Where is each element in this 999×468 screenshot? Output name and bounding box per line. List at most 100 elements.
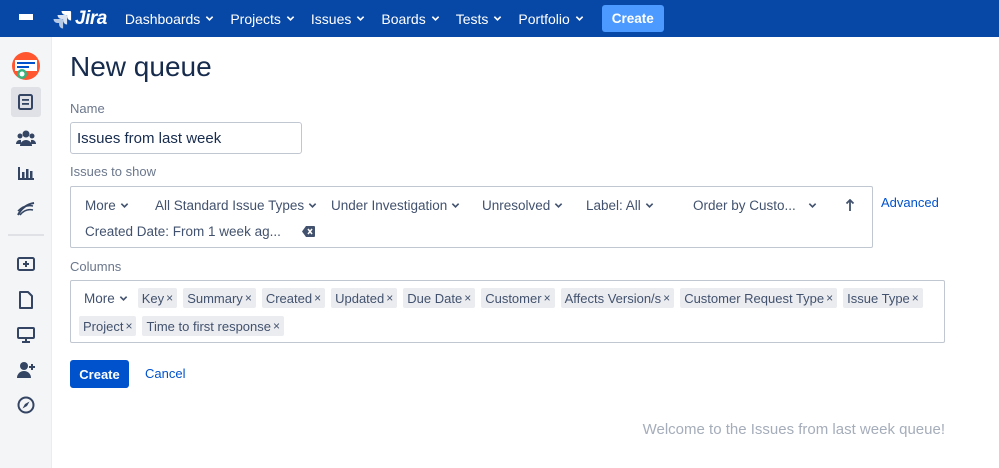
column-lozenge: Issue Type × xyxy=(843,288,923,308)
chevron-down-icon xyxy=(494,16,502,21)
remove-column-icon[interactable]: × xyxy=(663,291,670,305)
sla-icon[interactable] xyxy=(11,194,41,224)
chevron-down-icon xyxy=(206,16,214,21)
hamburger-icon xyxy=(19,13,33,24)
column-lozenge: Customer × xyxy=(481,288,555,308)
welcome-message: Welcome to the Issues from last week que… xyxy=(642,421,945,438)
columns-more-dropdown[interactable]: More xyxy=(84,291,128,306)
filter-status-label: Under Investigation xyxy=(331,197,448,213)
top-navigation-bar: Jira Dashboards Projects Issues Boards T… xyxy=(0,0,999,37)
filter-resolution-dropdown[interactable]: Unresolved xyxy=(482,196,563,214)
chevron-down-icon xyxy=(286,16,295,21)
remove-column-icon[interactable]: × xyxy=(826,291,833,305)
column-lozenge: Project × xyxy=(79,316,137,336)
chevron-down-icon xyxy=(575,16,583,21)
remove-column-icon[interactable]: × xyxy=(314,291,321,305)
chevron-down-icon xyxy=(308,202,317,208)
customers-icon[interactable] xyxy=(11,123,41,153)
filter-order-label: Order by Custo... xyxy=(693,197,796,213)
chevron-down-icon xyxy=(645,202,654,208)
advanced-search-link[interactable]: Advanced xyxy=(881,195,939,210)
filter-order-dropdown[interactable]: Order by Custo... xyxy=(693,196,817,214)
create-queue-button[interactable]: Create xyxy=(70,360,129,388)
invite-team-icon[interactable] xyxy=(11,355,41,385)
filter-issue-types-dropdown[interactable]: All Standard Issue Types xyxy=(155,196,317,214)
columns-more-label: More xyxy=(84,290,115,306)
column-lozenge: Key × xyxy=(137,288,178,308)
filter-created-label: Created Date: From 1 week ag... xyxy=(85,223,281,239)
filter-created-date[interactable]: Created Date: From 1 week ag... xyxy=(85,222,316,240)
chevron-down-icon xyxy=(357,16,365,21)
jira-logo[interactable]: Jira xyxy=(52,8,107,30)
project-sidebar xyxy=(0,37,52,468)
queue-name-input[interactable]: Issues from last week xyxy=(70,122,302,154)
nav-boards-label: Boards xyxy=(381,10,426,27)
remove-column-icon[interactable]: × xyxy=(544,291,551,305)
arrow-up-icon xyxy=(845,198,855,211)
column-lozenge-label: Updated xyxy=(335,290,385,306)
column-lozenge-label: Key xyxy=(141,290,165,306)
nav-issues-label: Issues xyxy=(310,10,352,27)
queues-icon[interactable] xyxy=(11,87,41,117)
jira-logo-text: Jira xyxy=(75,7,107,29)
remove-column-icon[interactable]: × xyxy=(245,291,252,305)
column-lozenge: Time to first response × xyxy=(142,316,285,336)
nav-projects-label: Projects xyxy=(230,10,281,27)
column-lozenge-label: Due Date xyxy=(407,290,463,306)
filter-resolution-label: Unresolved xyxy=(482,197,551,213)
filter-status-dropdown[interactable]: Under Investigation xyxy=(331,196,460,214)
page-icon[interactable] xyxy=(11,285,41,315)
name-label: Name xyxy=(70,101,105,116)
nav-projects[interactable]: Projects xyxy=(222,0,303,37)
page-title: New queue xyxy=(70,51,212,82)
columns-row: More Key × Summary × Created × Updated × Due Dat… xyxy=(79,288,929,308)
columns-row: Project × Time to first response × xyxy=(79,316,290,336)
remove-column-icon[interactable]: × xyxy=(273,319,280,333)
chevron-down-icon xyxy=(431,16,439,21)
column-lozenge-label: Created xyxy=(265,290,313,306)
column-lozenge: Due Date × xyxy=(403,288,476,308)
column-lozenge: Summary × xyxy=(183,288,256,308)
clear-filter-icon[interactable] xyxy=(301,224,316,239)
sidebar-divider xyxy=(8,234,44,236)
column-lozenge-label: Customer xyxy=(485,290,542,306)
chevron-down-icon xyxy=(120,202,128,208)
chevron-down-icon xyxy=(555,202,563,208)
project-avatar-icon[interactable] xyxy=(11,51,41,81)
global-create-button[interactable]: Create xyxy=(601,5,664,32)
column-lozenge: Updated × xyxy=(331,288,398,308)
column-lozenge: Affects Version/s × xyxy=(560,288,675,308)
app-switcher-button[interactable] xyxy=(0,0,52,37)
cancel-link[interactable]: Cancel xyxy=(145,366,185,381)
nav-dashboards[interactable]: Dashboards xyxy=(117,0,223,37)
issue-filter-box: More All Standard Issue Types Under Inve… xyxy=(70,186,873,248)
reports-icon[interactable] xyxy=(11,158,41,188)
remove-column-icon[interactable]: × xyxy=(464,291,471,305)
sort-direction-button[interactable] xyxy=(845,196,855,214)
filter-more-dropdown[interactable]: More xyxy=(85,196,129,214)
chevron-down-icon xyxy=(808,202,817,208)
nav-tests-label: Tests xyxy=(455,10,489,27)
nav-portfolio[interactable]: Portfolio xyxy=(510,0,591,37)
nav-tests[interactable]: Tests xyxy=(448,0,511,37)
nav-portfolio-label: Portfolio xyxy=(518,10,570,27)
remove-column-icon[interactable]: × xyxy=(166,291,173,305)
column-lozenge-label: Customer Request Type xyxy=(684,290,825,306)
filter-label-dropdown[interactable]: Label: All xyxy=(586,196,654,214)
remove-column-icon[interactable]: × xyxy=(386,291,393,305)
column-lozenge: Created × xyxy=(261,288,326,308)
add-item-icon[interactable] xyxy=(11,249,41,279)
column-lozenge: Customer Request Type × xyxy=(680,288,838,308)
chevron-down-icon xyxy=(119,295,127,301)
nav-boards[interactable]: Boards xyxy=(373,0,447,37)
remove-column-icon[interactable]: × xyxy=(125,319,132,333)
compass-icon[interactable] xyxy=(11,390,41,420)
columns-label: Columns xyxy=(70,259,122,274)
remove-column-icon[interactable]: × xyxy=(912,291,919,305)
channels-icon[interactable] xyxy=(11,320,41,350)
column-lozenge-label: Time to first response xyxy=(146,318,271,334)
queue-name-value: Issues from last week xyxy=(77,129,222,147)
nav-dashboards-label: Dashboards xyxy=(124,10,201,27)
nav-issues[interactable]: Issues xyxy=(303,0,373,37)
filter-label-label: Label: All xyxy=(586,197,641,213)
